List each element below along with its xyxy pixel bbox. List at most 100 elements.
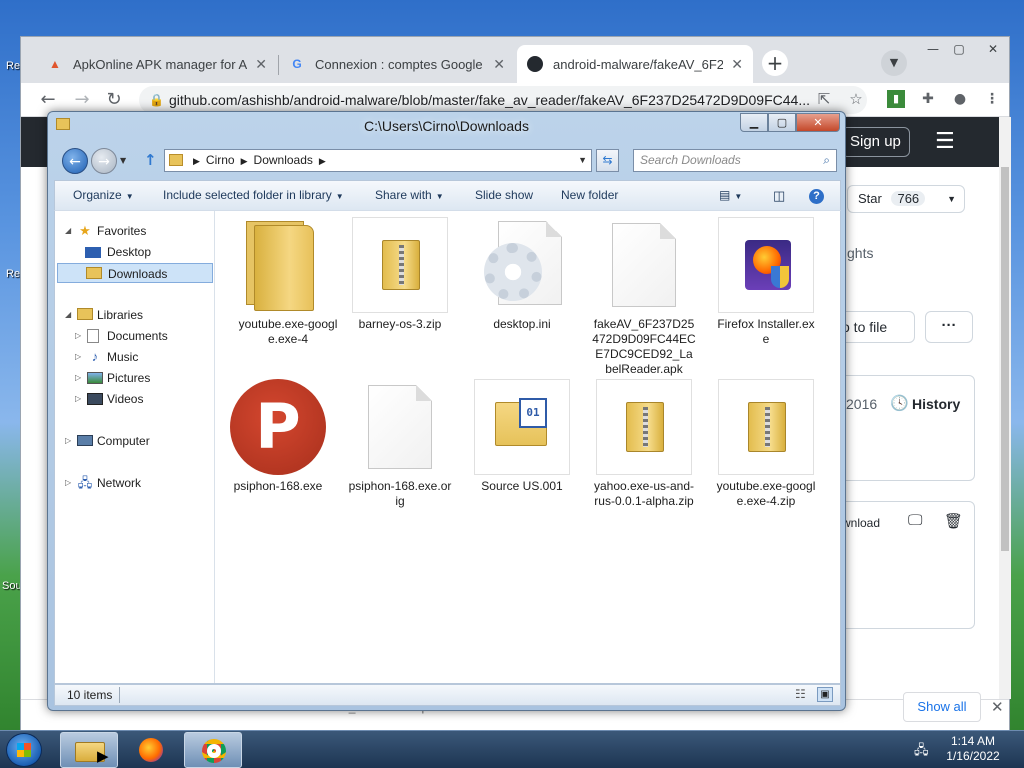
large-icons-view-icon[interactable]: ▣ [817, 687, 833, 702]
start-button[interactable] [6, 733, 42, 767]
nav-favorites[interactable]: ◢ ★ Favorites [55, 221, 213, 241]
file-item[interactable]: barney-os-3.zip [344, 217, 456, 332]
desktop-display-icon[interactable]: 🖵 [908, 512, 922, 529]
expand-arrow-icon[interactable]: ▷ [75, 389, 81, 409]
organize-menu[interactable]: Organize ▼ [73, 188, 134, 202]
more-options-button[interactable]: ··· [925, 311, 973, 343]
nav-pictures[interactable]: ▷ Pictures [55, 368, 213, 388]
maximize-button[interactable]: ▢ [947, 41, 971, 57]
hamburger-menu-icon[interactable]: ☰ [935, 131, 957, 153]
network-tray-icon[interactable]: 🖧 [914, 741, 929, 763]
file-item[interactable]: psiphon-168.exe.orig [344, 379, 456, 509]
expand-arrow-icon[interactable]: ◢ [65, 305, 71, 325]
breadcrumb-arrow-icon[interactable]: ▶ [193, 156, 200, 166]
address-dropdown-icon[interactable]: ▼ [578, 150, 587, 171]
extensions-puzzle-icon[interactable]: ✚ [919, 90, 937, 108]
file-item[interactable]: youtube.exe-google.exe-4 [232, 217, 344, 347]
file-item[interactable]: Firefox Installer.exe [710, 217, 822, 347]
history-link[interactable]: History [912, 396, 960, 412]
file-item[interactable]: youtube.exe-google.exe-4.zip [710, 379, 822, 509]
include-in-library-menu[interactable]: Include selected folder in library ▼ [163, 188, 344, 202]
preview-pane-icon[interactable]: ◫ [773, 188, 785, 204]
forward-arrow-icon[interactable]: → [91, 148, 117, 174]
taskbar-explorer[interactable]: ▶ [60, 732, 118, 768]
nav-videos[interactable]: ▷ Videos [55, 389, 213, 409]
slide-show-button[interactable]: Slide show [475, 188, 533, 202]
search-input[interactable]: Search Downloads ⌕ [633, 149, 837, 172]
expand-arrow-icon[interactable]: ▷ [75, 368, 81, 388]
minimize-button[interactable]: — [921, 41, 945, 57]
status-bar: 10 items ☷ ▣ [54, 684, 841, 706]
tab-google-login[interactable]: G Connexion : comptes Google ✕ [279, 45, 515, 83]
close-button[interactable]: ✕ [981, 41, 1005, 57]
share-icon[interactable]: ⇱ [815, 90, 833, 108]
nav-downloads[interactable]: Downloads [57, 263, 213, 283]
downloads-bar-close-icon[interactable]: ✕ [991, 698, 1004, 716]
nav-music[interactable]: ▷ ♪ Music [55, 347, 213, 367]
explorer-close-button[interactable]: ✕ [796, 113, 840, 132]
expand-arrow-icon[interactable]: ◢ [65, 221, 71, 241]
nav-desktop[interactable]: Desktop [55, 242, 213, 262]
file-item[interactable]: desktop.ini [466, 217, 578, 332]
system-clock[interactable]: 1:14 AM 1/16/2022 [940, 734, 1006, 764]
profile-avatar-icon[interactable]: ● [951, 90, 969, 108]
search-icon[interactable]: ⌕ [823, 150, 830, 171]
expand-arrow-icon[interactable]: ▷ [75, 326, 81, 346]
expand-arrow-icon[interactable]: ▷ [65, 473, 71, 493]
details-view-icon[interactable]: ☷ [795, 687, 806, 701]
change-view-icon[interactable]: ▤ ▼ [719, 188, 742, 202]
forward-arrow-icon[interactable]: → [71, 89, 93, 111]
insights-tab-fragment[interactable]: ghts [847, 245, 873, 261]
breadcrumb-cirno[interactable]: Cirno [206, 153, 235, 167]
file-item[interactable]: P psiphon-168.exe [222, 379, 334, 494]
new-tab-button[interactable]: + [762, 50, 788, 76]
file-item[interactable]: fakeAV_6F237D25472D9D09FC44ECE7DC9CED92_… [588, 217, 700, 377]
breadcrumb-arrow-icon[interactable]: ▶ [241, 156, 248, 166]
taskbar-chrome[interactable] [184, 732, 242, 768]
history-dropdown-icon[interactable]: ▼ [120, 156, 126, 165]
file-item[interactable]: yahoo.exe-us-and-rus-0.0.1-alpha.zip [588, 379, 700, 509]
extension-green-icon[interactable]: ▮ [887, 90, 905, 108]
tab-close-icon[interactable]: ✕ [255, 56, 267, 73]
star-dropdown-icon[interactable]: ▼ [947, 186, 956, 212]
music-icon: ♪ [91, 349, 99, 364]
bookmark-star-icon[interactable]: ☆ [847, 90, 865, 108]
back-arrow-icon[interactable]: ← [62, 148, 88, 174]
trash-icon[interactable]: 🗑 [944, 512, 963, 530]
reload-icon[interactable]: ↻ [103, 89, 125, 111]
star-button[interactable]: Star 766 ▼ [847, 185, 965, 213]
tab-close-icon[interactable]: ✕ [731, 56, 743, 73]
tab-apkonline[interactable]: ▲ ApkOnline APK manager for Andr ✕ [37, 45, 277, 83]
share-with-menu[interactable]: Share with ▼ [375, 188, 444, 202]
new-folder-button[interactable]: New folder [561, 188, 618, 202]
taskbar-firefox[interactable] [122, 732, 180, 768]
file-item[interactable]: 01 Source US.001 [466, 379, 578, 494]
help-icon[interactable]: ? [809, 189, 824, 204]
explorer-maximize-button[interactable]: ▢ [768, 113, 796, 132]
tab-close-icon[interactable]: ✕ [493, 56, 505, 73]
page-scrollbar-thumb[interactable] [1001, 167, 1009, 551]
expand-arrow-icon[interactable]: ▷ [75, 347, 81, 367]
explorer-address-bar[interactable]: ▶ Cirno ▶ Downloads ▶ ▼ [164, 149, 592, 172]
address-bar[interactable]: 🔒 github.com/ashishb/android-malware/blo… [139, 86, 867, 114]
back-arrow-icon[interactable]: ← [37, 89, 59, 111]
commit-date-fragment: 2016 [846, 396, 878, 412]
nav-documents[interactable]: ▷ Documents [55, 326, 213, 346]
nav-libraries[interactable]: ◢ Libraries [55, 305, 213, 325]
downloads-folder-icon [86, 267, 102, 279]
refresh-icon[interactable]: ⇆ [596, 149, 619, 172]
show-all-button[interactable]: Show all [903, 692, 981, 722]
up-folder-icon[interactable]: ↑ [144, 151, 157, 169]
download-button-fragment[interactable]: wnload [842, 516, 880, 530]
nav-network[interactable]: ▷ 🖧 Network [55, 473, 213, 493]
explorer-minimize-button[interactable]: ▁ [740, 113, 768, 132]
nav-computer[interactable]: ▷ Computer [55, 431, 213, 451]
sign-up-button[interactable]: Sign up [841, 127, 910, 157]
breadcrumb-downloads[interactable]: Downloads [254, 153, 313, 167]
nav-label: Documents [107, 329, 168, 343]
expand-arrow-icon[interactable]: ▷ [65, 431, 71, 451]
tab-github[interactable]: android-malware/fakeAV_6F237D ✕ [517, 45, 753, 83]
breadcrumb-arrow-icon[interactable]: ▶ [319, 156, 326, 166]
tab-search-chevron-icon[interactable]: ▼ [881, 50, 907, 76]
chrome-menu-icon[interactable]: ⋮ [983, 90, 1001, 108]
